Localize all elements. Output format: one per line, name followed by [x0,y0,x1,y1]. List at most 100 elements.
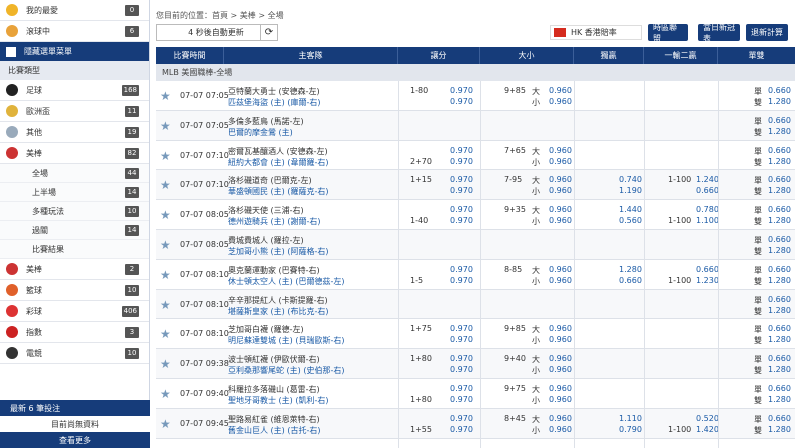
sidebar-item[interactable]: 滾球中 6 [0,21,149,42]
odds-value[interactable]: 0.970 [450,384,473,394]
refresh-icon[interactable]: ⟳ [260,24,278,41]
odds-value[interactable]: 0.970 [450,276,473,286]
odds-value[interactable]: 1.280 [768,306,791,316]
odds-value[interactable]: 0.520 [696,414,719,424]
odds-value[interactable]: 1.280 [768,395,791,405]
sidebar-item[interactable]: 指數 3 [0,322,149,343]
odds-value[interactable]: 0.960 [549,186,572,196]
odds-value[interactable]: 0.970 [450,414,473,424]
odds-value[interactable]: 0.660 [768,384,791,394]
favorite-star-icon[interactable]: ★ [160,150,172,162]
favorite-star-icon[interactable]: ★ [160,209,172,221]
odds-value[interactable]: 0.660 [768,205,791,215]
sidebar-item[interactable]: 彩球 406 [0,301,149,322]
odds-value[interactable]: 0.660 [768,116,791,126]
odds-value[interactable]: 0.960 [549,276,572,286]
favorite-star-icon[interactable]: ★ [160,418,172,430]
favorite-star-icon[interactable]: ★ [160,328,172,340]
favorite-star-icon[interactable]: ★ [160,179,172,191]
odds-value[interactable]: 0.970 [450,157,473,167]
odds-value[interactable]: 0.660 [768,295,791,305]
sidebar-item[interactable]: 電競 10 [0,343,149,364]
odds-value[interactable]: 0.660 [768,146,791,156]
odds-value[interactable]: 1.280 [619,265,642,275]
new-schedule-button[interactable]: 當日新冠表 [698,23,740,43]
favorite-star-icon[interactable]: ★ [160,239,172,251]
odds-value[interactable]: 1.280 [768,365,791,375]
sidebar-item[interactable]: 多種玩法 10 [0,202,149,221]
odds-value[interactable]: 0.960 [549,324,572,334]
odds-value[interactable]: 0.970 [450,86,473,96]
sidebar-item[interactable]: 全場 44 [0,164,149,183]
odds-value[interactable]: 1.280 [768,425,791,435]
odds-value[interactable]: 0.960 [549,425,572,435]
sidebar-item[interactable]: 比賽結果 [0,240,149,259]
odds-value[interactable]: 0.960 [549,414,572,424]
odds-value[interactable]: 0.960 [549,175,572,185]
odds-value[interactable]: 0.790 [619,425,642,435]
odds-value[interactable]: 0.660 [768,175,791,185]
odds-value[interactable]: 0.660 [768,265,791,275]
odds-value[interactable]: 0.960 [549,265,572,275]
odds-value[interactable]: 0.970 [450,205,473,215]
odds-value[interactable]: 1.280 [768,246,791,256]
odds-value[interactable]: 0.660 [768,86,791,96]
odds-value[interactable]: 1.240 [696,175,719,185]
hide-menu-button[interactable]: 隱藏選單菜單 [0,42,149,61]
odds-value[interactable]: 0.960 [549,157,572,167]
odds-value[interactable]: 0.660 [768,235,791,245]
odds-value[interactable]: 1.110 [619,414,642,424]
sidebar-item[interactable]: 美棒 2 [0,259,149,280]
odds-value[interactable]: 0.970 [450,354,473,364]
odds-value[interactable]: 0.970 [450,146,473,156]
odds-value[interactable]: 0.970 [450,175,473,185]
sidebar-item[interactable]: 上半場 14 [0,183,149,202]
odds-value[interactable]: 0.660 [619,276,642,286]
calculate-button[interactable]: 退新計算 [746,24,788,41]
league-filter-button[interactable]: 時區聯盟 [648,23,688,43]
sidebar-item[interactable]: 籃球 10 [0,280,149,301]
odds-value[interactable]: 1.280 [768,157,791,167]
odds-value[interactable]: 0.970 [450,186,473,196]
odds-value[interactable]: 1.280 [768,186,791,196]
odds-value[interactable]: 1.440 [619,205,642,215]
sidebar-item[interactable]: 歐洲盃 11 [0,101,149,122]
odds-value[interactable]: 1.280 [768,97,791,107]
odds-value[interactable]: 1.190 [619,186,642,196]
odds-value[interactable]: 1.230 [696,276,719,286]
favorite-star-icon[interactable]: ★ [160,358,172,370]
odds-value[interactable]: 0.970 [450,265,473,275]
favorite-star-icon[interactable]: ★ [160,269,172,281]
odds-value[interactable]: 0.960 [549,146,572,156]
odds-value[interactable]: 1.280 [768,335,791,345]
odds-value[interactable]: 0.960 [549,216,572,226]
odds-value[interactable]: 0.560 [619,216,642,226]
odds-value[interactable]: 0.960 [549,395,572,405]
odds-value[interactable]: 0.960 [549,205,572,215]
odds-value[interactable]: 1.280 [768,216,791,226]
odds-value[interactable]: 1.280 [768,127,791,137]
view-more-button[interactable]: 查看更多 [0,432,150,448]
odds-value[interactable]: 1.420 [696,425,719,435]
odds-value[interactable]: 0.970 [450,335,473,345]
odds-value[interactable]: 0.970 [450,97,473,107]
odds-value[interactable]: 0.660 [696,265,719,275]
favorite-star-icon[interactable]: ★ [160,120,172,132]
odds-value[interactable]: 0.960 [549,384,572,394]
odds-value[interactable]: 1.100 [696,216,719,226]
odds-value[interactable]: 0.970 [450,365,473,375]
odds-value[interactable]: 0.960 [549,97,572,107]
favorite-star-icon[interactable]: ★ [160,90,172,102]
auto-refresh-select[interactable]: 4 秒後自動更新 [156,24,276,41]
favorite-star-icon[interactable]: ★ [160,388,172,400]
odds-value[interactable]: 1.280 [768,276,791,286]
odds-value[interactable]: 0.660 [768,354,791,364]
odds-value[interactable]: 0.960 [549,335,572,345]
odds-value[interactable]: 0.960 [549,354,572,364]
odds-value[interactable]: 0.740 [619,175,642,185]
odds-value[interactable]: 0.970 [450,395,473,405]
favorite-star-icon[interactable]: ★ [160,299,172,311]
odds-value[interactable]: 0.660 [768,414,791,424]
odds-value[interactable]: 0.960 [549,365,572,375]
odds-value[interactable]: 0.660 [768,324,791,334]
